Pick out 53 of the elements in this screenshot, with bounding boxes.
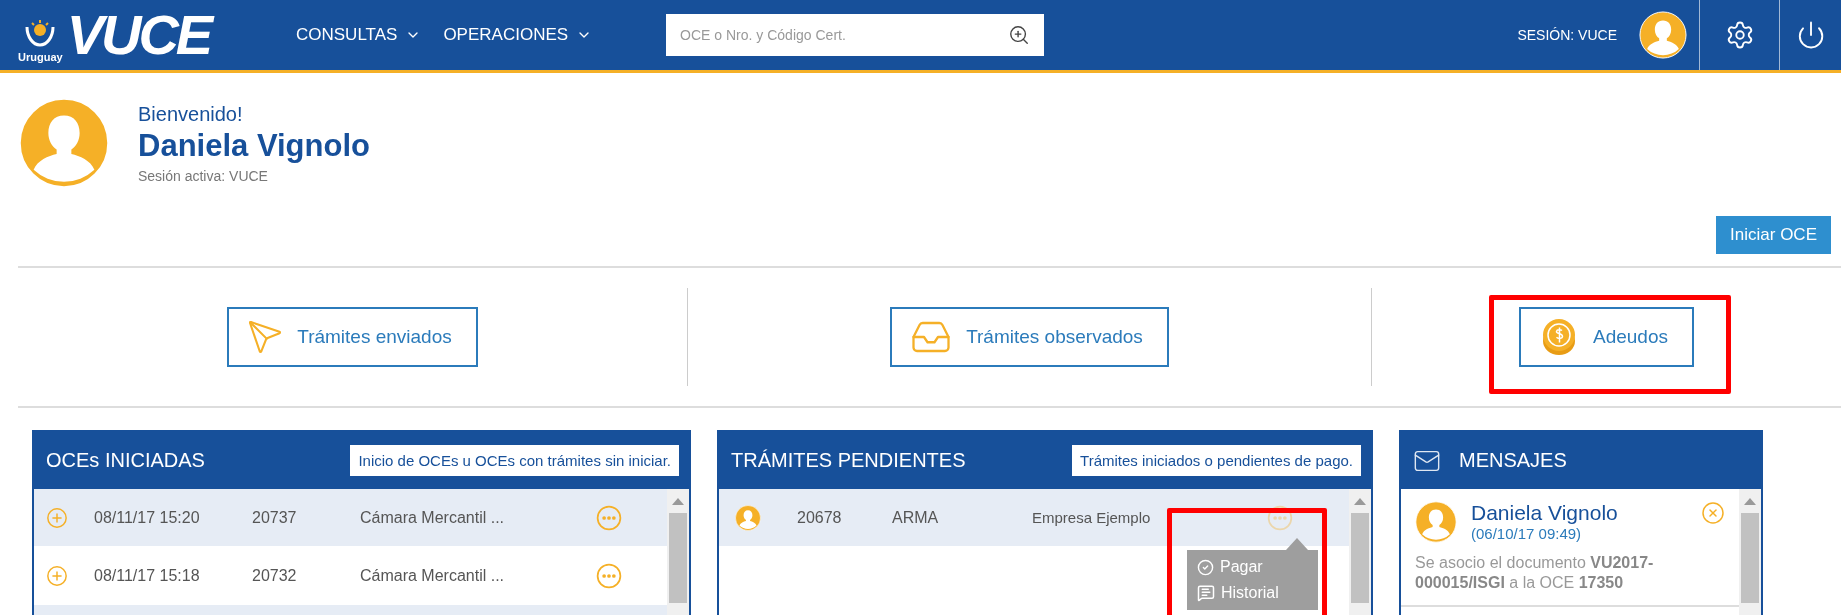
- avatar-icon: [1415, 501, 1457, 543]
- plus-circle-icon[interactable]: [46, 506, 68, 529]
- message-icon: [1197, 584, 1215, 602]
- scrollbar[interactable]: [1349, 489, 1371, 615]
- avatar-icon: [18, 97, 110, 189]
- message-time: (06/10/17 09:49): [1471, 525, 1583, 542]
- search-field[interactable]: OCE o Nro. y Código Cert.: [666, 14, 1045, 56]
- check-circle-icon: [1197, 558, 1214, 576]
- session-info: Sesión activa: VUCE: [138, 167, 269, 184]
- message-text: Se asocio el documento VU2017-000015/ISGI a la OCE 17350: [1415, 553, 1655, 593]
- date-text: 08/11/17 15:20: [94, 508, 201, 527]
- list-row[interactable]: 08/11/17 15:20 20737 Cámara Mercantil ...: [34, 489, 667, 547]
- nav-menu[interactable]: OPERACIONES: [443, 25, 593, 45]
- logo-text: VUCE: [66, 7, 211, 63]
- scrollbar[interactable]: [667, 489, 689, 615]
- company-text: Empresa Ejemplo: [1032, 509, 1152, 526]
- avatar-icon[interactable]: [1639, 11, 1687, 59]
- number-text: 20678: [797, 508, 843, 527]
- panel-hint: Inicio de OCEs u OCEs con trámites sin iniciar.: [350, 445, 679, 476]
- company-text: Cámara Mercantil ...: [360, 508, 506, 527]
- nav-menu[interactable]: CONSULTAS: [296, 25, 422, 45]
- panel-hint: Trámites iniciados o pendientes de pago.: [1072, 445, 1361, 476]
- date-text: 08/11/17 15:18: [94, 566, 201, 585]
- start-button[interactable]: Iniciar OCE: [1716, 216, 1831, 254]
- avatar-icon: [735, 504, 761, 531]
- list-row[interactable]: 20678 ARMA Empresa Ejemplo: [719, 489, 1349, 547]
- number-text: 20732: [252, 566, 298, 585]
- scroll-up-icon[interactable]: [1354, 497, 1366, 505]
- plus-circle-icon[interactable]: [46, 564, 68, 587]
- more-icon[interactable]: [596, 562, 622, 589]
- panel-title: OCEs INICIADAS: [46, 449, 205, 472]
- panel-title: MENSAJES: [1459, 449, 1567, 472]
- menu-item[interactable]: Pagar: [1197, 558, 1308, 576]
- scrollbar[interactable]: [1739, 489, 1761, 615]
- scroll-up-icon[interactable]: [672, 497, 684, 505]
- menu-item[interactable]: Historial: [1197, 584, 1308, 602]
- number-text: 20737: [252, 508, 298, 527]
- logo-caption: Uruguay: [18, 51, 63, 63]
- close-icon[interactable]: [1701, 501, 1725, 525]
- sender-name: Daniela Vignolo: [1471, 501, 1619, 525]
- shortcut-button[interactable]: Trámites observados: [890, 307, 1169, 367]
- zoom-in-icon[interactable]: [1008, 24, 1031, 46]
- company-text: Cámara Mercantil ...: [360, 566, 506, 585]
- paper-plane-icon: [247, 319, 284, 355]
- shortcut-button[interactable]: Adeudos: [1519, 307, 1694, 367]
- scroll-up-icon[interactable]: [1744, 497, 1756, 505]
- user-name: Daniela Vignolo: [138, 127, 370, 164]
- panel-title: TRÁMITES PENDIENTES: [731, 449, 966, 472]
- type-text: ARMA: [892, 508, 940, 527]
- shortcut-button[interactable]: Trámites enviados: [227, 307, 478, 367]
- session-label: SESIÓN: VUCE: [1517, 27, 1617, 43]
- greeting: Bienvenido!: [138, 102, 244, 126]
- more-icon[interactable]: [596, 504, 622, 531]
